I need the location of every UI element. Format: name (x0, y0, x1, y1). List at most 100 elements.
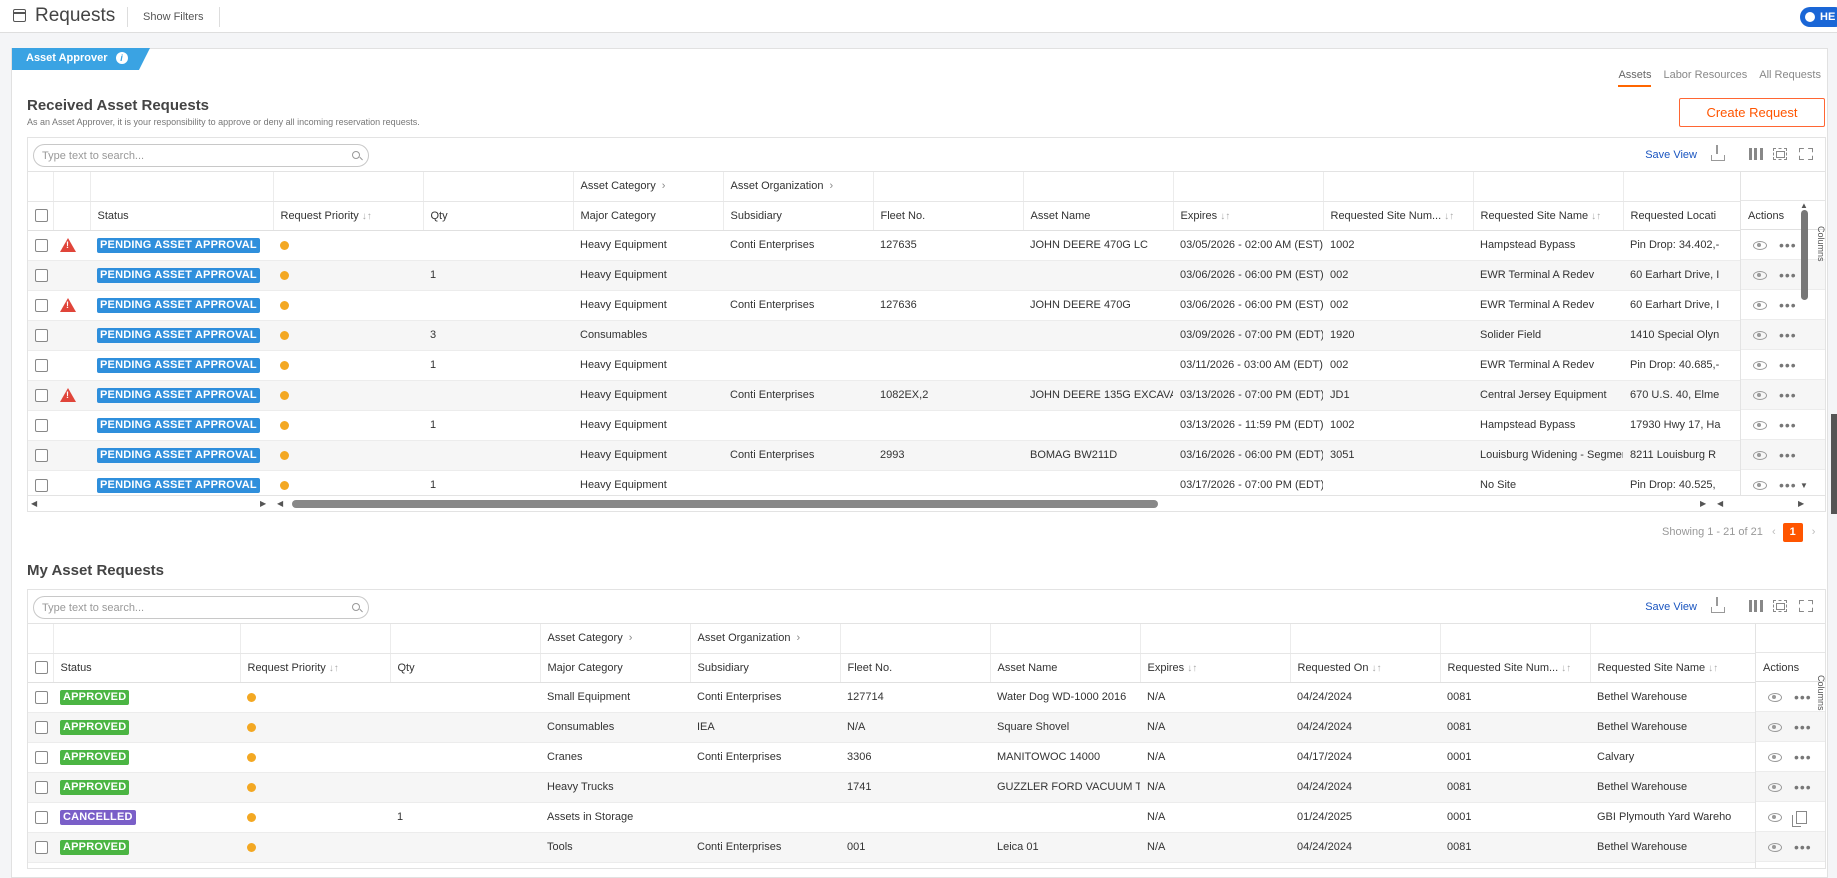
table-row[interactable]: PENDING ASSET APPROVAL Heavy EquipmentCon… (28, 380, 1788, 411)
more-options-icon[interactable]: ••• (1779, 478, 1797, 492)
col-major-category[interactable]: Major Category (540, 653, 691, 683)
col-subsidiary[interactable]: Subsidiary (723, 201, 874, 231)
col-major-category[interactable]: Major Category (573, 201, 724, 231)
more-options-icon[interactable]: ••• (1779, 358, 1797, 372)
col-asset-name[interactable]: Asset Name (990, 653, 1141, 683)
show-filters-button[interactable]: Show Filters (143, 11, 204, 23)
columns-panel-tab[interactable]: Columns (1816, 675, 1825, 711)
col-requested-site-name[interactable]: Requested Site Name ↓↑ (1590, 653, 1756, 683)
row-checkbox[interactable] (35, 448, 48, 462)
view-icon[interactable] (1753, 450, 1767, 460)
fit-columns-icon[interactable] (1773, 600, 1787, 612)
table-row[interactable]: APPROVED Consumables IEA N/A Square Shovel N/… (28, 712, 1755, 743)
more-options-icon[interactable]: ••• (1779, 418, 1797, 432)
horizontal-scrollbar[interactable] (292, 500, 1158, 508)
view-icon[interactable] (1768, 813, 1782, 822)
column-chooser-icon[interactable] (1749, 148, 1763, 160)
view-icon[interactable] (1753, 240, 1767, 250)
col-request-priority[interactable]: Request Priority ↓↑ (273, 201, 424, 231)
vertical-scrollbar[interactable] (1801, 210, 1808, 300)
row-checkbox[interactable] (35, 840, 48, 854)
info-icon[interactable]: i (115, 52, 128, 64)
row-checkbox[interactable] (35, 690, 48, 704)
row-checkbox[interactable] (35, 238, 48, 252)
more-options-icon[interactable]: ••• (1794, 840, 1812, 854)
row-select[interactable] (28, 742, 53, 773)
row-checkbox[interactable] (35, 750, 48, 764)
fit-columns-icon[interactable] (1773, 148, 1787, 160)
download-icon[interactable] (1711, 145, 1725, 161)
view-icon[interactable] (1753, 360, 1767, 370)
side-panel-handle[interactable] (1831, 414, 1837, 514)
col-expires[interactable]: Expires ↓↑ (1140, 653, 1291, 683)
table-row[interactable]: CANCELLED 1 Assets in Storage N/A 01/24/2025… (28, 802, 1755, 833)
col-qty[interactable]: Qty (390, 653, 541, 683)
more-options-icon[interactable]: ••• (1779, 328, 1797, 342)
col-requested-site-num[interactable]: Requested Site Num... ↓↑ (1323, 201, 1474, 231)
scroll-up-icon[interactable]: ▲ (1800, 201, 1808, 210)
tab-all-requests[interactable]: All Requests (1759, 69, 1821, 85)
select-all-checkbox[interactable] (28, 201, 54, 231)
fullscreen-icon[interactable] (1799, 148, 1813, 160)
table-row[interactable]: APPROVED Cranes Conti Enterprises 3306 MANIT… (28, 742, 1755, 773)
row-checkbox[interactable] (35, 268, 48, 282)
row-checkbox[interactable] (35, 418, 48, 432)
col-fleet-no[interactable]: Fleet No. (840, 653, 991, 683)
view-icon[interactable] (1753, 330, 1767, 340)
scroll-left-icon[interactable]: ◀ (31, 499, 37, 508)
row-select[interactable] (28, 260, 53, 291)
more-options-icon[interactable]: ••• (1779, 238, 1797, 252)
row-checkbox[interactable] (35, 298, 48, 312)
table-row[interactable]: APPROVED Tools Conti Enterprises 001 Leica 0… (28, 832, 1755, 863)
column-chooser-icon[interactable] (1749, 600, 1763, 612)
row-select[interactable] (28, 410, 53, 441)
page-button-1[interactable]: 1 (1782, 523, 1803, 542)
col-request-priority[interactable]: Request Priority ↓↑ (240, 653, 391, 683)
view-icon[interactable] (1753, 300, 1767, 310)
row-checkbox[interactable] (35, 478, 48, 492)
search-input[interactable]: Type text to search... (33, 596, 369, 619)
download-icon[interactable] (1711, 597, 1725, 613)
table-row[interactable]: PENDING ASSET APPROVAL 1 Heavy Equipment 03… (28, 410, 1788, 441)
row-checkbox[interactable] (35, 358, 48, 372)
columns-panel-tab[interactable]: Columns (1816, 226, 1825, 262)
more-options-icon[interactable]: ••• (1779, 388, 1797, 402)
row-select[interactable] (28, 802, 53, 833)
col-status[interactable]: Status (90, 201, 274, 231)
col-qty[interactable]: Qty (423, 201, 574, 231)
row-select[interactable] (28, 772, 53, 803)
create-request-button[interactable]: Create Request (1679, 98, 1825, 127)
col-asset-name[interactable]: Asset Name (1023, 201, 1174, 231)
row-checkbox[interactable] (35, 388, 48, 402)
view-icon[interactable] (1753, 420, 1767, 430)
col-expires[interactable]: Expires ↓↑ (1173, 201, 1324, 231)
scroll-down-icon[interactable]: ▼ (1800, 481, 1808, 490)
table-row[interactable]: PENDING ASSET APPROVAL Heavy EquipmentCon… (28, 290, 1788, 321)
view-icon[interactable] (1768, 782, 1782, 792)
table-row[interactable]: PENDING ASSET APPROVAL 3 Consumables 03/09/… (28, 320, 1788, 351)
group-asset-organization[interactable]: Asset Organization › (723, 172, 874, 202)
next-page-icon[interactable]: › (1812, 526, 1816, 538)
view-icon[interactable] (1753, 480, 1767, 490)
save-view-button[interactable]: Save View (1645, 601, 1697, 613)
row-checkbox[interactable] (35, 720, 48, 734)
help-button[interactable]: HE (1800, 7, 1837, 27)
row-checkbox[interactable] (35, 328, 48, 342)
col-subsidiary[interactable]: Subsidiary (690, 653, 841, 683)
table-row[interactable]: PENDING ASSET APPROVAL Heavy EquipmentCon… (28, 230, 1788, 261)
more-options-icon[interactable]: ••• (1794, 780, 1812, 794)
scroll-left-icon[interactable]: ◀ (1717, 499, 1723, 508)
row-select[interactable] (28, 320, 53, 351)
more-options-icon[interactable]: ••• (1794, 750, 1812, 764)
tab-labor-resources[interactable]: Labor Resources (1663, 69, 1747, 85)
row-select[interactable] (28, 350, 53, 381)
select-all-checkbox[interactable] (28, 653, 54, 683)
table-row[interactable]: PENDING ASSET APPROVAL 1 Heavy Equipment 03… (28, 260, 1788, 291)
col-requested-site-name[interactable]: Requested Site Name ↓↑ (1473, 201, 1624, 231)
prev-page-icon[interactable]: ‹ (1772, 526, 1776, 538)
view-icon[interactable] (1768, 752, 1782, 762)
view-icon[interactable] (1753, 390, 1767, 400)
fullscreen-icon[interactable] (1799, 600, 1813, 612)
row-checkbox[interactable] (35, 780, 48, 794)
row-checkbox[interactable] (35, 810, 48, 824)
